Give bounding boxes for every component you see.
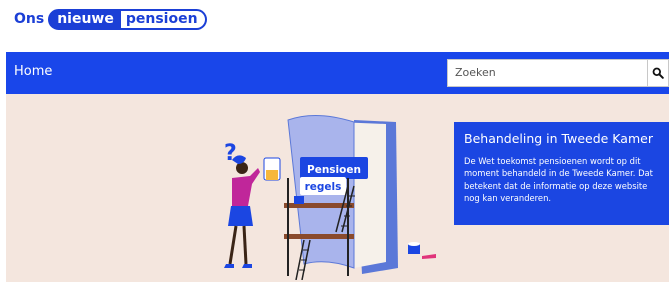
search-icon bbox=[652, 67, 664, 79]
main-navigation: Home Zoeken bbox=[6, 52, 669, 94]
nav-item-home[interactable]: Home bbox=[14, 64, 52, 79]
search-input[interactable]: Zoeken bbox=[447, 59, 648, 87]
question-mark: ? bbox=[224, 141, 237, 166]
search-button[interactable] bbox=[648, 59, 669, 87]
sign-line-regels: regels bbox=[305, 181, 342, 193]
notice-text: De Wet toekomst pensioenen wordt op dit … bbox=[464, 156, 653, 203]
site-logo[interactable]: Ons nieuwe pensioen bbox=[14, 8, 207, 30]
sign-line-pensioen: Pensioen bbox=[307, 164, 361, 176]
logo-word-ons: Ons bbox=[14, 11, 45, 27]
notice-title: Behandeling in Tweede Kamer bbox=[464, 131, 653, 146]
hero-illustration: Pensioen regels ? bbox=[224, 114, 436, 280]
logo-word-pensioen: pensioen bbox=[120, 8, 207, 30]
logo-word-nieuwe: nieuwe bbox=[48, 8, 121, 30]
hero-banner: Pensioen regels ? Behandeling in Tweede … bbox=[6, 94, 669, 282]
notice-panel: Behandeling in Tweede Kamer De Wet toeko… bbox=[454, 122, 669, 225]
